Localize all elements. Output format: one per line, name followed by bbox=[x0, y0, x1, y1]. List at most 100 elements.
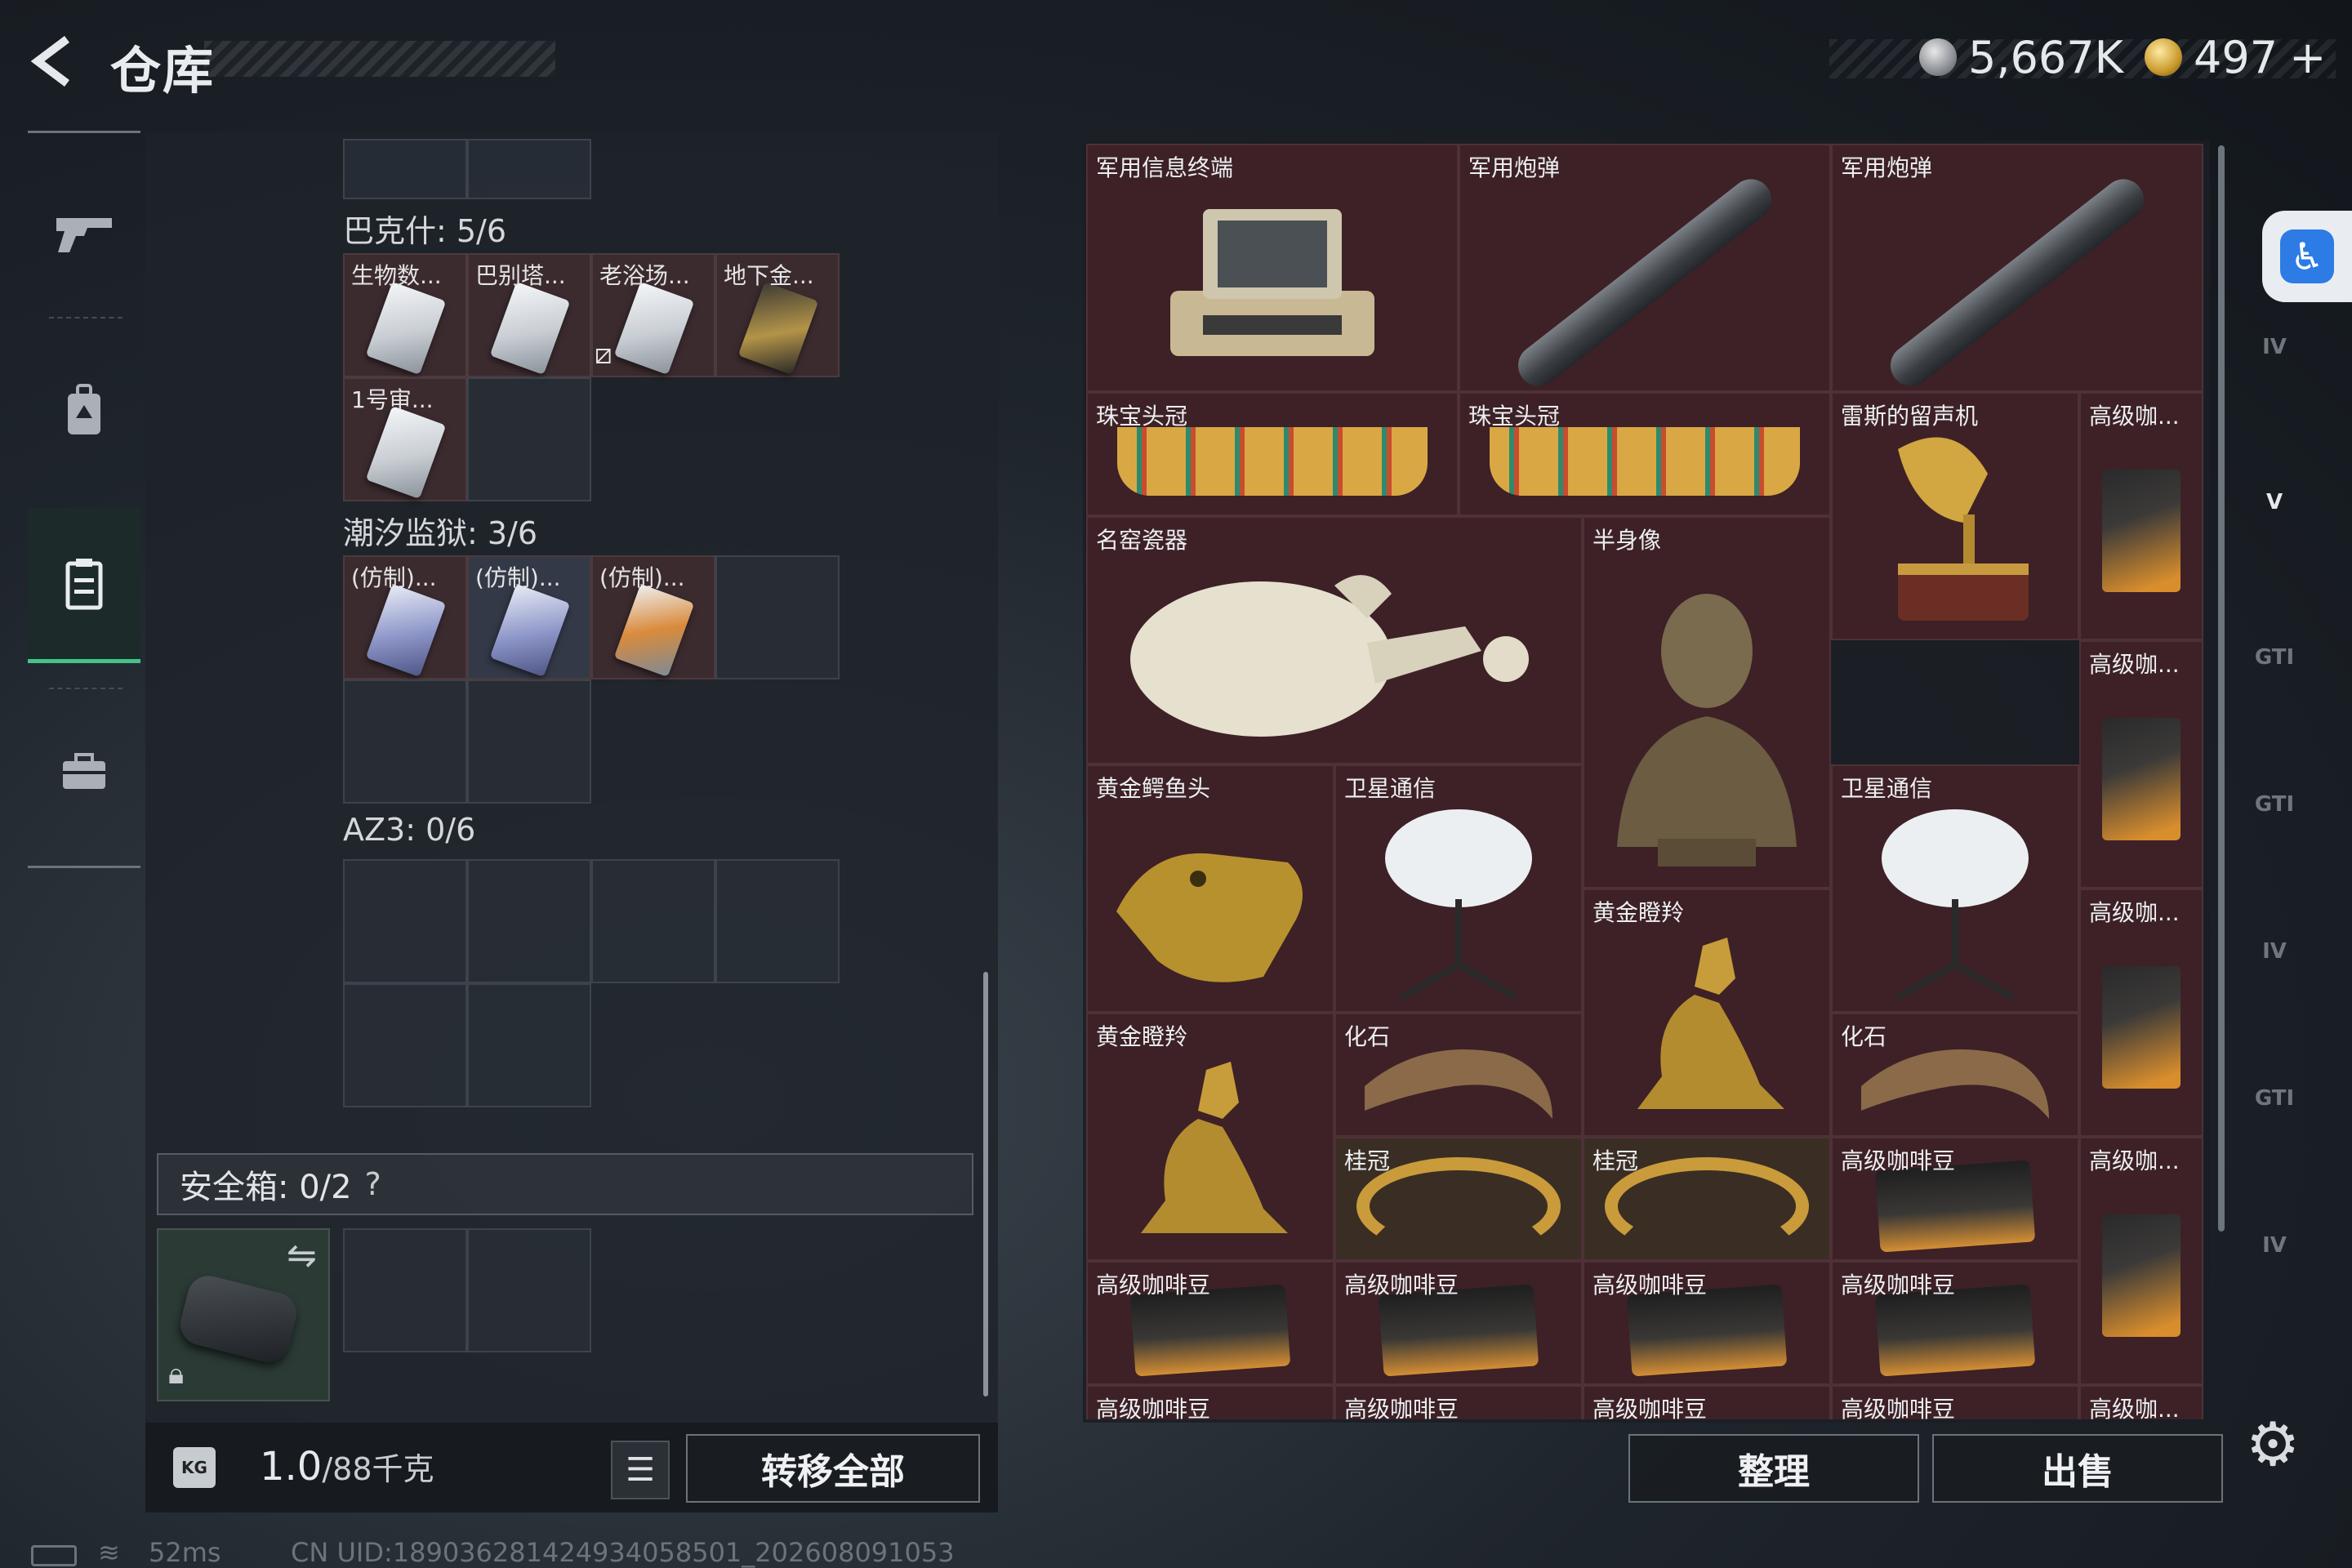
gold-coin-icon bbox=[2145, 38, 2182, 76]
silver-coin-icon bbox=[1919, 38, 1957, 76]
empty-slot[interactable] bbox=[343, 679, 467, 804]
filter-gti[interactable]: GTI bbox=[2238, 1062, 2311, 1135]
gramophone-icon bbox=[1898, 437, 2029, 621]
accessibility-button[interactable]: ♿︎ bbox=[2262, 211, 2352, 302]
item-fossil[interactable]: 化石 bbox=[1334, 1013, 1583, 1137]
settings-gear-icon[interactable]: ⚙ bbox=[2246, 1410, 2300, 1480]
empty-slot[interactable] bbox=[467, 377, 591, 501]
currency-gold[interactable]: 497 + bbox=[2145, 31, 2326, 83]
currency-silver: 5,667K bbox=[1919, 31, 2123, 83]
item-premium-coffee-beans[interactable]: 高级咖啡豆 bbox=[1334, 1385, 1583, 1419]
empty-slot[interactable] bbox=[467, 983, 591, 1107]
item-porcelain[interactable]: 名窑瓷器 bbox=[1086, 516, 1583, 764]
sell-button[interactable]: 出售 bbox=[1932, 1434, 2223, 1503]
item-bust[interactable]: 半身像 bbox=[1583, 516, 1831, 889]
item-premium-coffee[interactable]: 高级咖... bbox=[2079, 1385, 2203, 1419]
keycard-slot[interactable]: 巴别塔... bbox=[467, 253, 591, 377]
filter-gti[interactable]: GTI bbox=[2238, 621, 2311, 694]
back-button[interactable] bbox=[24, 33, 90, 90]
keycard-slot[interactable]: (仿制)... bbox=[467, 555, 591, 679]
filter-tier-iv[interactable]: IV bbox=[2238, 310, 2311, 384]
storage-icon bbox=[65, 558, 103, 609]
nav-briefcase[interactable] bbox=[28, 694, 140, 849]
filter-tier-iv[interactable]: IV bbox=[2238, 1209, 2311, 1282]
list-view-button[interactable]: ☰ bbox=[611, 1441, 670, 1499]
bust-icon bbox=[1617, 594, 1797, 867]
terminal-icon bbox=[1170, 209, 1374, 356]
item-military-terminal[interactable]: 军用信息终端 bbox=[1086, 144, 1459, 392]
back-arrow-icon bbox=[30, 36, 69, 87]
sort-button[interactable]: 整理 bbox=[1628, 1434, 1919, 1503]
add-currency-icon[interactable]: + bbox=[2289, 32, 2326, 83]
title-decoration bbox=[204, 41, 555, 77]
safe-slot[interactable] bbox=[467, 1228, 591, 1352]
safe-box-header: 安全箱: 0/2 ? bbox=[157, 1153, 973, 1215]
empty-slot[interactable] bbox=[715, 859, 840, 983]
item-jewel-crown[interactable]: 珠宝头冠 bbox=[1459, 392, 1831, 516]
item-premium-coffee[interactable]: 高级咖... bbox=[2079, 1137, 2203, 1385]
item-premium-coffee-beans[interactable]: 高级咖啡豆 bbox=[1583, 1261, 1831, 1385]
keycard-icon bbox=[365, 281, 447, 376]
item-laurel[interactable]: 桂冠 bbox=[1334, 1137, 1583, 1261]
broken-icon: ⧄ bbox=[595, 338, 612, 371]
left-scrollbar[interactable] bbox=[983, 972, 988, 1396]
nav-top-line bbox=[28, 131, 140, 133]
keycard-icon bbox=[489, 281, 571, 376]
item-gramophone[interactable]: 雷斯的留声机 bbox=[1831, 392, 2079, 640]
storage-scrollbar[interactable] bbox=[2218, 145, 2225, 1232]
item-premium-coffee[interactable]: 高级咖... bbox=[2079, 640, 2203, 889]
empty-slot[interactable] bbox=[467, 859, 591, 983]
item-military-shell[interactable]: 军用炮弹 bbox=[1831, 144, 2203, 392]
item-fossil[interactable]: 化石 bbox=[1831, 1013, 2079, 1137]
item-laurel[interactable]: 桂冠 bbox=[1583, 1137, 1831, 1261]
item-gold-croc-head[interactable]: 黄金鳄鱼头 bbox=[1086, 764, 1334, 1013]
safe-slot[interactable] bbox=[343, 1228, 467, 1352]
keycard-slot[interactable]: (仿制)... bbox=[591, 555, 715, 679]
keycard-slot[interactable]: 老浴场... ⧄ bbox=[591, 253, 715, 377]
item-premium-coffee-beans[interactable]: 高级咖啡豆 bbox=[1583, 1385, 1831, 1419]
help-icon[interactable]: ? bbox=[365, 1166, 381, 1202]
item-premium-coffee-beans[interactable]: 高级咖啡豆 bbox=[1086, 1261, 1334, 1385]
item-sat-comm[interactable]: 卫星通信 bbox=[1831, 764, 2079, 1013]
item-premium-coffee-beans[interactable]: 高级咖啡豆 bbox=[1831, 1137, 2079, 1261]
item-sat-comm[interactable]: 卫星通信 bbox=[1334, 764, 1583, 1013]
item-gold-gazelle[interactable]: 黄金瞪羚 bbox=[1583, 889, 1831, 1137]
keycard-slot[interactable]: (仿制)... bbox=[343, 555, 467, 679]
keycard-icon bbox=[613, 281, 695, 376]
keycard-slot[interactable]: 生物数... bbox=[343, 253, 467, 377]
item-premium-coffee-beans[interactable]: 高级咖啡豆 bbox=[1831, 1261, 2079, 1385]
item-military-shell[interactable]: 军用炮弹 bbox=[1459, 144, 1831, 392]
item-premium-coffee[interactable]: 高级咖... bbox=[2079, 392, 2203, 640]
swap-icon[interactable]: ⇋ bbox=[287, 1235, 317, 1276]
filter-tier-v[interactable]: V bbox=[2238, 466, 2311, 539]
filter-tier-iv[interactable]: IV bbox=[2238, 915, 2311, 988]
empty-slot[interactable] bbox=[343, 983, 467, 1107]
empty-slot[interactable] bbox=[467, 679, 591, 804]
empty-slot[interactable] bbox=[343, 859, 467, 983]
section-tide-prison-label: 潮汐监狱: 3/6 bbox=[343, 515, 538, 551]
keycard-slot[interactable]: 地下金... bbox=[715, 253, 840, 377]
empty-slot[interactable] bbox=[591, 859, 715, 983]
safe-box-label: 安全箱: 0/2 bbox=[180, 1169, 352, 1206]
transfer-all-button[interactable]: 转移全部 bbox=[686, 1434, 980, 1503]
ping-readout: 52ms bbox=[149, 1537, 221, 1568]
safe-box-container[interactable]: ⇋ 🔒︎ bbox=[157, 1228, 330, 1401]
filter-gti[interactable]: GTI bbox=[2238, 768, 2311, 841]
item-premium-coffee-beans[interactable]: 高级咖啡豆 bbox=[1831, 1385, 2079, 1419]
item-premium-coffee[interactable]: 高级咖... bbox=[2079, 889, 2203, 1137]
item-jewel-crown[interactable]: 珠宝头冠 bbox=[1086, 392, 1459, 516]
nav-weapons[interactable] bbox=[28, 154, 140, 309]
keycard-slot[interactable]: 1号审... bbox=[343, 377, 467, 501]
item-premium-coffee-beans[interactable]: 高级咖啡豆 bbox=[1086, 1385, 1334, 1419]
keycard-icon bbox=[737, 281, 819, 376]
nav-backpack[interactable] bbox=[28, 333, 140, 488]
briefcase-icon bbox=[63, 753, 105, 789]
empty-slot[interactable] bbox=[467, 139, 591, 199]
empty-slot[interactable] bbox=[343, 139, 467, 199]
item-gold-gazelle[interactable]: 黄金瞪羚 bbox=[1086, 1013, 1334, 1261]
empty-slot[interactable] bbox=[715, 555, 840, 679]
uid-readout: CN UID:18903628142493405850​1_2026080910… bbox=[291, 1537, 955, 1568]
nav-storage[interactable] bbox=[28, 508, 140, 663]
item-premium-coffee-beans[interactable]: 高级咖啡豆 bbox=[1334, 1261, 1583, 1385]
storage-grid: 军用信息终端 军用炮弹 军用炮弹 珠宝头冠 珠宝头冠 雷斯的留声机 高级咖... bbox=[1086, 144, 2207, 1419]
